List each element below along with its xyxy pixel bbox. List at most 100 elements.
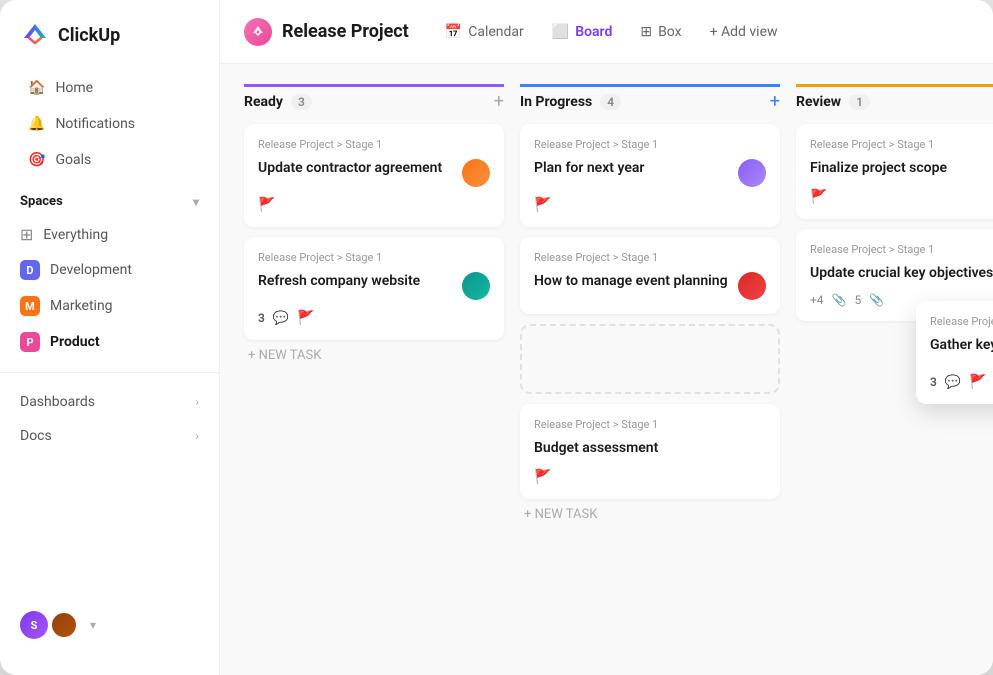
- board: Ready 3 + Release Project > Stage 1 Upda…: [220, 64, 993, 675]
- column-in-progress-count: 4: [600, 94, 621, 110]
- column-review-count: 1: [849, 94, 870, 110]
- column-header-in-progress: In Progress 4 +: [520, 84, 780, 124]
- card-meta: Release Project > Stage 1: [534, 138, 766, 151]
- card-title-row: Plan for next year: [534, 159, 766, 187]
- board-label: Board: [575, 24, 612, 40]
- attachment-count: 5: [855, 293, 862, 307]
- new-task-ready-label: + NEW TASK: [248, 348, 321, 363]
- column-in-progress-title: In Progress: [520, 94, 592, 110]
- sidebar-item-home[interactable]: 🏠 Home: [8, 71, 211, 105]
- card-avatar: [738, 159, 766, 187]
- nav-board[interactable]: ⬜ Board: [540, 18, 625, 46]
- card-event-planning[interactable]: Release Project > Stage 1 How to manage …: [520, 237, 780, 314]
- column-ready-add-button[interactable]: +: [494, 91, 504, 112]
- sidebar-product-label: Product: [50, 334, 100, 350]
- card-footer: 3 💬 🚩: [258, 310, 490, 326]
- new-task-in-progress-label: + NEW TASK: [524, 507, 597, 522]
- card-meta: Release Project > Stage 1: [810, 243, 993, 256]
- ready-cards-list: Release Project > Stage 1 Update contrac…: [244, 124, 504, 340]
- card-footer: 🚩: [810, 189, 993, 205]
- sidebar-home-label: Home: [55, 80, 93, 96]
- comment-count: 3: [258, 311, 265, 325]
- card-title: Update crucial key objectives: [810, 264, 993, 284]
- attachment-icon: 📎: [869, 293, 884, 307]
- flag-red-icon: 🚩: [810, 189, 827, 205]
- new-task-ready-button[interactable]: + NEW TASK: [244, 340, 504, 371]
- card-title-row: How to manage event planning: [534, 272, 766, 300]
- floating-card-title: Gather key resources: [930, 336, 993, 356]
- card-title-row: Update contractor agreement: [258, 159, 490, 187]
- column-ready-count: 3: [291, 94, 312, 110]
- column-in-progress-add-button[interactable]: +: [770, 91, 780, 112]
- nav-calendar[interactable]: 📅 Calendar: [433, 18, 536, 46]
- sidebar-item-docs[interactable]: Docs ›: [0, 419, 219, 453]
- floating-comment-icon: 💬: [945, 375, 961, 390]
- card-title-row: Refresh company website: [258, 272, 490, 300]
- header: Release Project 📅 Calendar ⬜ Board ⊞ Box…: [220, 0, 993, 64]
- add-view-button[interactable]: + Add view: [698, 18, 790, 46]
- goals-icon: 🎯: [28, 152, 45, 168]
- comment-icon: 💬: [273, 311, 289, 326]
- sidebar-item-marketing[interactable]: M Marketing: [0, 288, 219, 324]
- card-meta: Release Project > Stage 1: [534, 251, 766, 264]
- home-icon: 🏠: [28, 80, 45, 96]
- sidebar-item-product[interactable]: P Product: [0, 324, 219, 360]
- flag-yellow-icon: 🚩: [534, 469, 551, 485]
- dashboards-chevron-icon: ›: [195, 395, 199, 409]
- card-avatar: [738, 272, 766, 300]
- user-footer[interactable]: S ▾: [0, 595, 219, 655]
- column-in-progress: In Progress 4 + Release Project > Stage …: [520, 84, 780, 530]
- floating-card-meta: Release Project > Stage 1: [930, 315, 993, 328]
- box-icon: ⊞: [640, 24, 652, 40]
- spaces-chevron-icon[interactable]: ▾: [193, 195, 199, 209]
- column-ready-title: Ready: [244, 94, 283, 110]
- docs-label: Docs: [20, 428, 52, 444]
- add-view-label: + Add view: [710, 24, 778, 40]
- card-title-row: Budget assessment: [534, 439, 766, 459]
- sidebar-item-notifications[interactable]: 🔔 Notifications: [8, 107, 211, 141]
- card-title-row: Finalize project scope: [810, 159, 993, 179]
- app-window: ClickUp 🏠 Home 🔔 Notifications 🎯 Goals S…: [0, 0, 993, 675]
- floating-card: Release Project > Stage 1 Gather key res…: [916, 301, 993, 404]
- footer-chevron-icon: ▾: [90, 618, 96, 632]
- column-review: Review 1 + Release Project > Stage 1 Fin…: [796, 84, 993, 321]
- card-plan-next-year[interactable]: Release Project > Stage 1 Plan for next …: [520, 124, 780, 227]
- floating-card-footer: 3 💬 🚩: [930, 374, 993, 390]
- nav-box[interactable]: ⊞ Box: [628, 18, 693, 46]
- in-progress-cards-list: Release Project > Stage 1 Plan for next …: [520, 124, 780, 499]
- avatar-user: [50, 611, 78, 639]
- floating-card-title-row: Gather key resources: [930, 336, 993, 364]
- logo[interactable]: ClickUp: [0, 20, 219, 70]
- card-meta: Release Project > Stage 1: [258, 138, 490, 151]
- card-refresh-website[interactable]: Release Project > Stage 1 Refresh compan…: [244, 237, 504, 340]
- main-content: Release Project 📅 Calendar ⬜ Board ⊞ Box…: [220, 0, 993, 675]
- card-avatar: [462, 272, 490, 300]
- flag-red-icon: 🚩: [534, 197, 551, 213]
- card-meta: Release Project > Stage 1: [810, 138, 993, 151]
- card-title-row: Update crucial key objectives: [810, 264, 993, 284]
- docs-chevron-icon: ›: [195, 429, 199, 443]
- app-name: ClickUp: [58, 25, 120, 46]
- card-budget-assessment[interactable]: Release Project > Stage 1 Budget assessm…: [520, 404, 780, 499]
- flag-yellow-icon: 🚩: [258, 197, 275, 213]
- sidebar-item-dashboards[interactable]: Dashboards ›: [0, 385, 219, 419]
- new-task-in-progress-button[interactable]: + NEW TASK: [520, 499, 780, 530]
- project-name: Release Project: [282, 21, 409, 42]
- column-review-title: Review: [796, 94, 841, 110]
- sidebar-item-everything[interactable]: ⊞ Everything: [0, 217, 219, 252]
- project-icon: [244, 18, 272, 46]
- card-meta: Release Project > Stage 1: [534, 418, 766, 431]
- card-meta: Release Project > Stage 1: [258, 251, 490, 264]
- sidebar-item-goals[interactable]: 🎯 Goals: [8, 143, 211, 177]
- column-ready: Ready 3 + Release Project > Stage 1 Upda…: [244, 84, 504, 371]
- spaces-title: Spaces: [20, 194, 63, 209]
- column-title-wrap-ready: Ready 3: [244, 94, 312, 110]
- floating-comment-count: 3: [930, 375, 937, 389]
- calendar-label: Calendar: [468, 24, 524, 40]
- card-update-contractor[interactable]: Release Project > Stage 1 Update contrac…: [244, 124, 504, 227]
- board-icon: ⬜: [552, 24, 569, 40]
- sidebar: ClickUp 🏠 Home 🔔 Notifications 🎯 Goals S…: [0, 0, 220, 675]
- box-label: Box: [658, 24, 682, 40]
- card-finalize-scope[interactable]: Release Project > Stage 1 Finalize proje…: [796, 124, 993, 219]
- sidebar-item-development[interactable]: D Development: [0, 252, 219, 288]
